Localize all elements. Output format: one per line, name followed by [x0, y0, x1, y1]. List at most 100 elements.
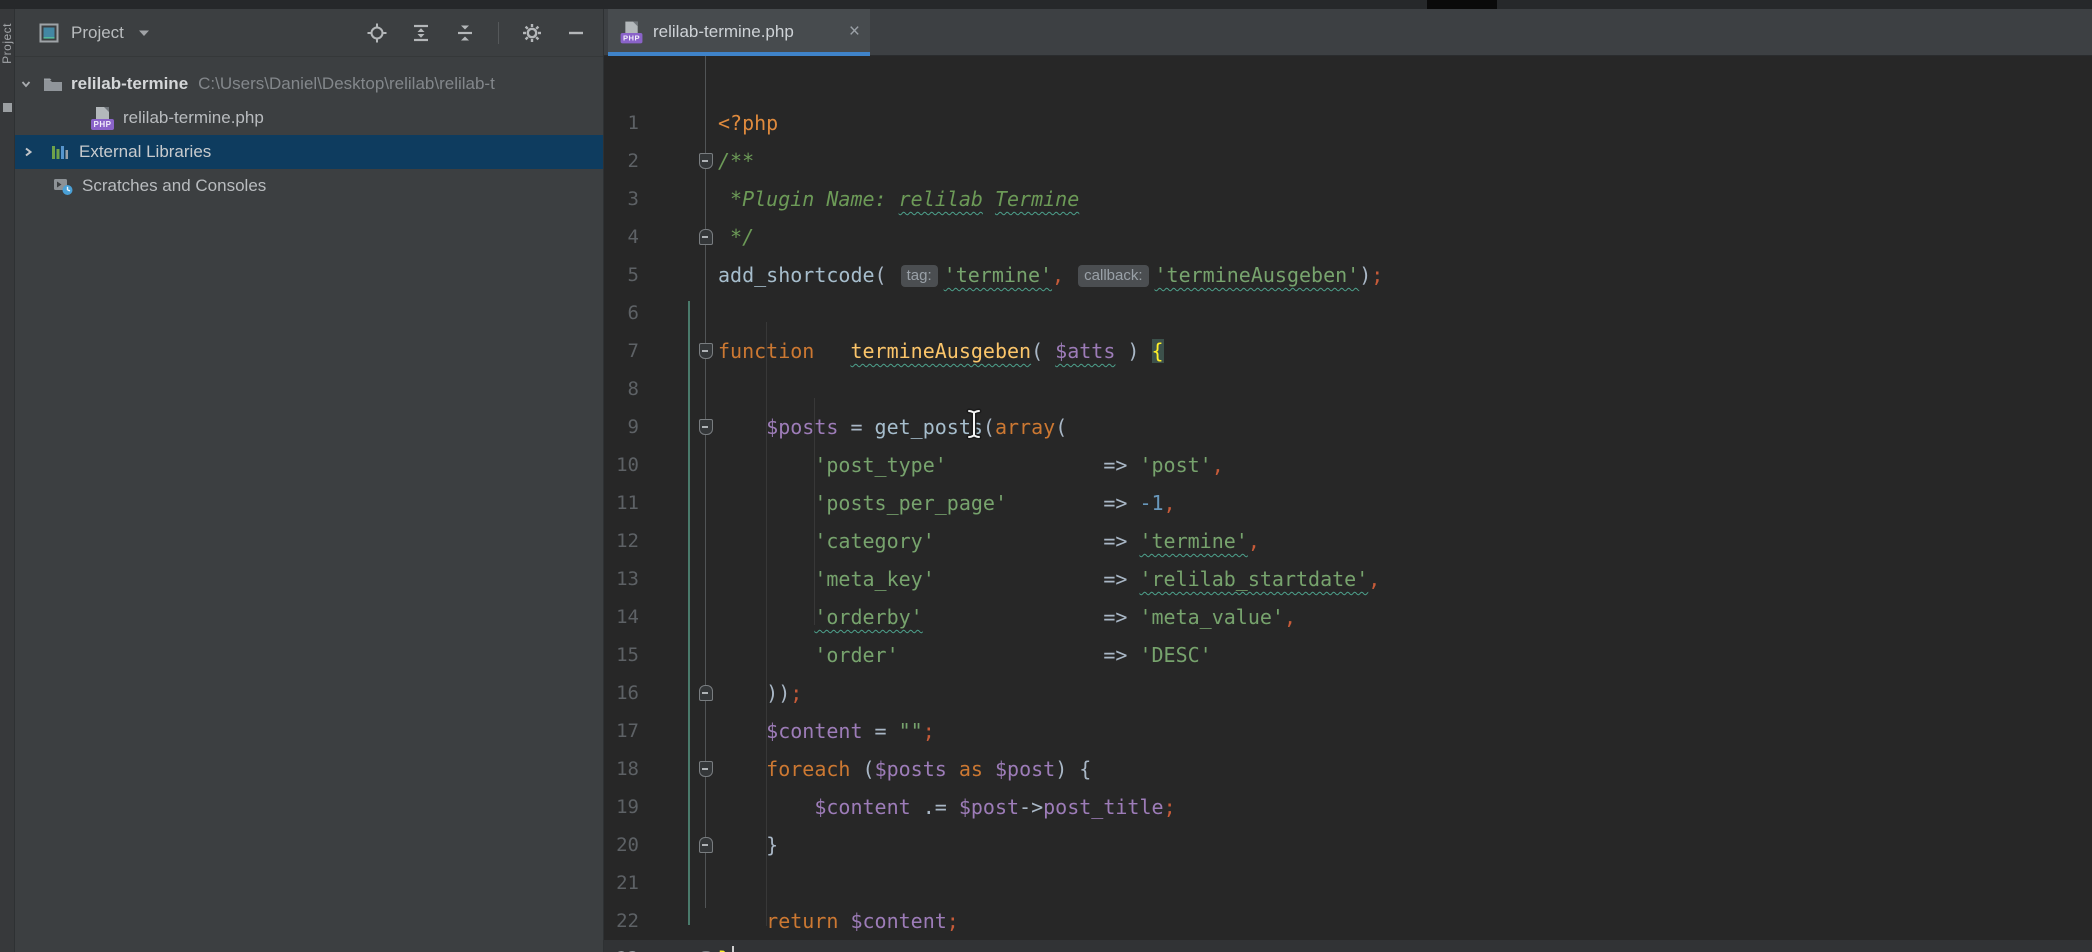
code-token: $atts: [1055, 339, 1115, 363]
parameter-hint: tag:: [901, 265, 938, 287]
code-line-10[interactable]: 10 'post_type' => 'post',: [604, 446, 2092, 484]
line-number: 22: [604, 902, 639, 940]
code-token: ;: [923, 719, 935, 743]
code-line-23[interactable]: 23}: [604, 940, 2092, 952]
php-file-icon: PHP: [91, 107, 115, 130]
code-token: [983, 757, 995, 781]
line-number: 2: [604, 142, 639, 180]
chevron-down-icon[interactable]: [19, 78, 33, 90]
code-token: 'termineAusgeben': [1155, 263, 1360, 287]
code-token: (: [875, 263, 899, 287]
line-number: 10: [604, 446, 639, 484]
code-token: =>: [1103, 643, 1139, 667]
project-panel-header: Project: [15, 9, 603, 57]
chevron-down-icon[interactable]: [138, 29, 150, 37]
project-tool-button[interactable]: Project: [0, 23, 14, 64]
code-line-4[interactable]: 4 */: [604, 218, 2092, 256]
code-token: ,: [1212, 453, 1224, 477]
code-token: "": [899, 719, 923, 743]
fold-open-icon[interactable]: [699, 343, 713, 359]
line-number: 6: [604, 294, 639, 332]
tool-window-square-icon[interactable]: [3, 103, 12, 112]
expand-all-button[interactable]: [410, 22, 432, 44]
code-line-6[interactable]: 6: [604, 294, 2092, 332]
php-file-icon: PHP: [621, 21, 644, 43]
text-cursor-pointer: [964, 406, 984, 442]
tree-row-scratches[interactable]: Scratches and Consoles: [15, 169, 603, 203]
code-token: [718, 491, 814, 515]
code-line-22[interactable]: 22 return $content;: [604, 902, 2092, 940]
code-line-7[interactable]: 7function termineAusgeben( $atts ) {: [604, 332, 2092, 370]
code-line-1[interactable]: 1<?php: [604, 104, 2092, 142]
code-token: [899, 643, 1104, 667]
tree-row-php-file[interactable]: PHP relilab-termine.php: [15, 101, 603, 135]
code-token: [935, 529, 1104, 553]
code-line-8[interactable]: 8: [604, 370, 2092, 408]
fold-close-icon[interactable]: [699, 685, 713, 701]
tree-row-project-root[interactable]: relilab-termine C:\Users\Daniel\Desktop\…: [15, 67, 603, 101]
locate-button[interactable]: [366, 22, 388, 44]
line-number: 12: [604, 522, 639, 560]
fold-open-icon[interactable]: [699, 761, 713, 777]
fold-close-icon[interactable]: [699, 229, 713, 245]
code-token: =>: [1103, 567, 1139, 591]
fold-close-icon[interactable]: [699, 837, 713, 853]
tool-window-strip: Project: [0, 9, 15, 952]
code-token: [718, 643, 814, 667]
code-line-2[interactable]: 2 /**: [604, 142, 2092, 180]
code-token: =>: [1103, 605, 1139, 629]
code-token: ;: [947, 909, 959, 933]
chevron-right-icon[interactable]: [21, 146, 35, 158]
line-number: 3: [604, 180, 639, 218]
code-token: [718, 567, 814, 591]
code-token: -1: [1139, 491, 1163, 515]
code-line-17[interactable]: 17 $content = "";: [604, 712, 2092, 750]
parameter-hint: callback:: [1078, 265, 1148, 287]
collapse-all-button[interactable]: [454, 22, 476, 44]
tree-label-project: relilab-termine: [71, 74, 188, 94]
code-token: =>: [1103, 529, 1139, 553]
code-line-16[interactable]: 16 ));: [604, 674, 2092, 712]
code-token: 'relilab_startdate': [1139, 567, 1368, 591]
code-line-21[interactable]: 21: [604, 864, 2092, 902]
code-token: foreach: [766, 757, 850, 781]
code-line-12[interactable]: 12 'category' => 'termine',: [604, 522, 2092, 560]
line-number: 17: [604, 712, 639, 750]
phpstorm-window: Project Project: [0, 0, 2092, 952]
libraries-icon: [51, 144, 69, 161]
code-token: 'post_type': [814, 453, 946, 477]
line-number: 15: [604, 636, 639, 674]
code-token: <?php: [718, 111, 778, 135]
code-token: ,: [1284, 605, 1296, 629]
code-token: /**: [718, 149, 754, 173]
tree-row-external-libraries[interactable]: External Libraries: [15, 135, 603, 169]
code-line-11[interactable]: 11 'posts_per_page' => -1,: [604, 484, 2092, 522]
code-line-19[interactable]: 19 $content .= $post->post_title;: [604, 788, 2092, 826]
code-line-13[interactable]: 13 'meta_key' => 'relilab_startdate',: [604, 560, 2092, 598]
panel-title[interactable]: Project: [71, 23, 124, 43]
code-editor-area[interactable]: 1<?php2 /** 3 *Plugin Name: relilab Termin…: [604, 56, 2092, 952]
tab-close-icon[interactable]: ×: [849, 21, 860, 43]
code-line-14[interactable]: 14 'orderby' => 'meta_value',: [604, 598, 2092, 636]
fold-open-icon[interactable]: [699, 153, 713, 169]
code-token: [718, 719, 766, 743]
settings-button[interactable]: [521, 22, 543, 44]
tab-bar: PHP relilab-termine.php ×: [604, 9, 2092, 56]
code-line-3[interactable]: 3 *Plugin Name: relilab Termine: [604, 180, 2092, 218]
code-line-9[interactable]: 9 $posts = get_posts(array(: [604, 408, 2092, 446]
scratches-icon: [53, 177, 74, 196]
code-token: return: [766, 909, 838, 933]
code-token: [947, 453, 1104, 477]
line-number: 16: [604, 674, 639, 712]
code-line-20[interactable]: 20 }: [604, 826, 2092, 864]
code-line-18[interactable]: 18 foreach ($posts as $post) {: [604, 750, 2092, 788]
code-token: (: [983, 415, 995, 439]
code-line-15[interactable]: 15 'order' => 'DESC': [604, 636, 2092, 674]
line-number: 21: [604, 864, 639, 902]
line-number: 14: [604, 598, 639, 636]
hide-panel-button[interactable]: [565, 22, 587, 44]
editor-tab[interactable]: PHP relilab-termine.php ×: [608, 9, 870, 55]
code-line-5[interactable]: 5add_shortcode( tag:'termine', callback:…: [604, 256, 2092, 294]
tree-label-external-libraries: External Libraries: [79, 142, 211, 162]
fold-open-icon[interactable]: [699, 419, 713, 435]
